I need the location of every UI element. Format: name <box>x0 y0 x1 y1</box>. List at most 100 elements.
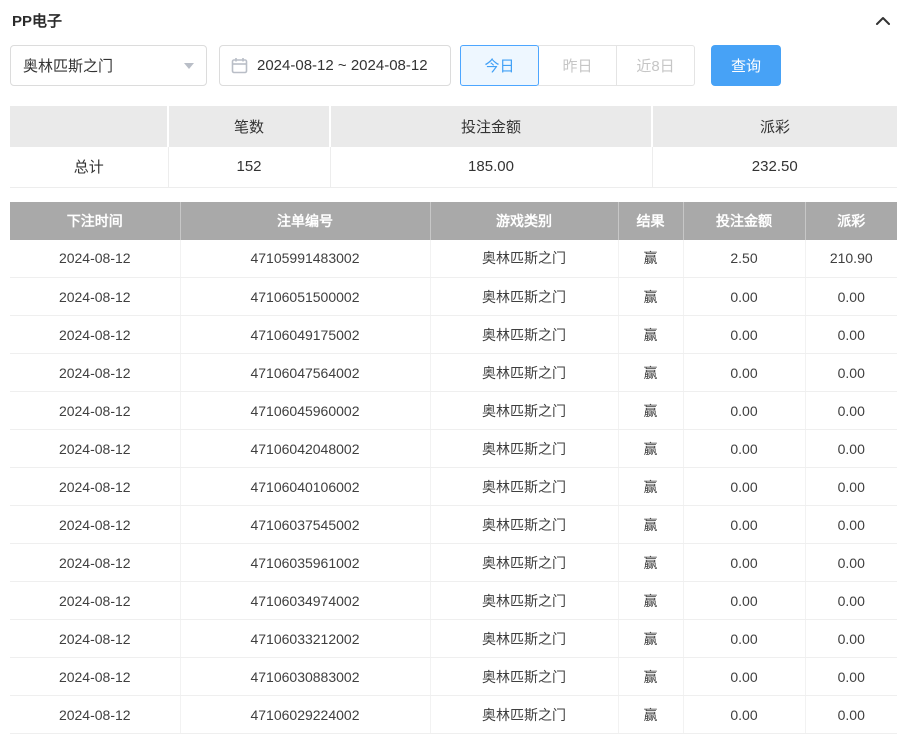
today-button[interactable]: 今日 <box>460 45 539 86</box>
cell-result: 赢 <box>618 544 683 582</box>
date-range-value: 2024-08-12 ~ 2024-08-12 <box>257 57 428 74</box>
cell-result: 赢 <box>618 240 683 278</box>
summary-header-empty <box>10 106 168 147</box>
cell-result: 赢 <box>618 430 683 468</box>
search-button[interactable]: 查询 <box>711 45 781 86</box>
cell-bet-time: 2024-08-12 <box>10 544 180 582</box>
cell-bet-time: 2024-08-12 <box>10 240 180 278</box>
calendar-icon <box>231 57 248 74</box>
cell-result: 赢 <box>618 582 683 620</box>
table-row: 2024-08-12 47106033212002 奥林匹斯之门 赢 0.00 … <box>10 620 897 658</box>
cell-game-type: 奥林匹斯之门 <box>430 240 618 278</box>
table-row: 2024-08-12 47106051500002 奥林匹斯之门 赢 0.00 … <box>10 278 897 316</box>
header-bet-amount: 投注金额 <box>683 202 805 240</box>
cell-bet-amount: 0.00 <box>683 696 805 734</box>
cell-bet-id: 47106037545002 <box>180 506 430 544</box>
header-game-type: 游戏类别 <box>430 202 618 240</box>
cell-game-type: 奥林匹斯之门 <box>430 658 618 696</box>
table-row: 2024-08-12 47106045960002 奥林匹斯之门 赢 0.00 … <box>10 392 897 430</box>
cell-bet-id: 47106051500002 <box>180 278 430 316</box>
table-row: 2024-08-12 47106034974002 奥林匹斯之门 赢 0.00 … <box>10 582 897 620</box>
cell-result: 赢 <box>618 354 683 392</box>
table-row: 2024-08-12 47106049175002 奥林匹斯之门 赢 0.00 … <box>10 316 897 354</box>
cell-bet-amount: 0.00 <box>683 316 805 354</box>
cell-result: 赢 <box>618 696 683 734</box>
table-row: 2024-08-12 47106035961002 奥林匹斯之门 赢 0.00 … <box>10 544 897 582</box>
cell-result: 赢 <box>618 278 683 316</box>
cell-bet-amount: 0.00 <box>683 354 805 392</box>
cell-bet-time: 2024-08-12 <box>10 468 180 506</box>
game-select[interactable]: 奥林匹斯之门 <box>10 45 207 86</box>
cell-bet-id: 47106049175002 <box>180 316 430 354</box>
cell-game-type: 奥林匹斯之门 <box>430 316 618 354</box>
cell-game-type: 奥林匹斯之门 <box>430 392 618 430</box>
cell-bet-amount: 0.00 <box>683 278 805 316</box>
filter-bar: 奥林匹斯之门 2024-08-12 ~ 2024-08-12 今日 昨日 近8日… <box>10 45 897 86</box>
cell-game-type: 奥林匹斯之门 <box>430 354 618 392</box>
last8days-button[interactable]: 近8日 <box>616 45 695 86</box>
cell-payout: 0.00 <box>805 696 897 734</box>
cell-result: 赢 <box>618 620 683 658</box>
cell-bet-time: 2024-08-12 <box>10 696 180 734</box>
collapse-chevron-icon[interactable] <box>871 12 895 30</box>
date-range-picker[interactable]: 2024-08-12 ~ 2024-08-12 <box>219 45 451 86</box>
header-payout: 派彩 <box>805 202 897 240</box>
cell-payout: 0.00 <box>805 544 897 582</box>
table-row: 2024-08-12 47106042048002 奥林匹斯之门 赢 0.00 … <box>10 430 897 468</box>
cell-bet-time: 2024-08-12 <box>10 278 180 316</box>
cell-bet-amount: 0.00 <box>683 620 805 658</box>
table-row: 2024-08-12 47106030883002 奥林匹斯之门 赢 0.00 … <box>10 658 897 696</box>
cell-payout: 0.00 <box>805 392 897 430</box>
cell-bet-id: 47106029224002 <box>180 696 430 734</box>
summary-header-row: 笔数 投注金额 派彩 <box>10 106 897 147</box>
cell-payout: 0.00 <box>805 582 897 620</box>
cell-bet-amount: 0.00 <box>683 544 805 582</box>
table-row: 2024-08-12 47106029224002 奥林匹斯之门 赢 0.00 … <box>10 696 897 734</box>
summary-header-count: 笔数 <box>168 106 330 147</box>
cell-payout: 0.00 <box>805 506 897 544</box>
header-bet-id: 注单编号 <box>180 202 430 240</box>
cell-bet-id: 47106030883002 <box>180 658 430 696</box>
cell-payout: 0.00 <box>805 658 897 696</box>
quick-range-button-group: 今日 昨日 近8日 <box>460 45 695 86</box>
caret-down-icon <box>184 63 194 69</box>
header-bet-time: 下注时间 <box>10 202 180 240</box>
table-row: 2024-08-12 47106040106002 奥林匹斯之门 赢 0.00 … <box>10 468 897 506</box>
cell-bet-id: 47105991483002 <box>180 240 430 278</box>
cell-game-type: 奥林匹斯之门 <box>430 582 618 620</box>
cell-game-type: 奥林匹斯之门 <box>430 506 618 544</box>
summary-header-payout: 派彩 <box>652 106 897 147</box>
summary-total-row: 总计 152 185.00 232.50 <box>10 147 897 187</box>
table-row: 2024-08-12 47106037545002 奥林匹斯之门 赢 0.00 … <box>10 506 897 544</box>
cell-bet-amount: 0.00 <box>683 392 805 430</box>
cell-bet-amount: 0.00 <box>683 582 805 620</box>
cell-bet-amount: 0.00 <box>683 658 805 696</box>
cell-result: 赢 <box>618 468 683 506</box>
cell-payout: 0.00 <box>805 468 897 506</box>
table-row: 2024-08-12 47106047564002 奥林匹斯之门 赢 0.00 … <box>10 354 897 392</box>
cell-game-type: 奥林匹斯之门 <box>430 620 618 658</box>
summary-total-label: 总计 <box>10 147 168 187</box>
cell-payout: 0.00 <box>805 430 897 468</box>
cell-bet-id: 47106034974002 <box>180 582 430 620</box>
cell-game-type: 奥林匹斯之门 <box>430 468 618 506</box>
cell-game-type: 奥林匹斯之门 <box>430 430 618 468</box>
cell-result: 赢 <box>618 392 683 430</box>
table-row: 2024-08-12 47105991483002 奥林匹斯之门 赢 2.50 … <box>10 240 897 278</box>
cell-bet-id: 47106040106002 <box>180 468 430 506</box>
cell-bet-amount: 0.00 <box>683 468 805 506</box>
summary-header-bet-amount: 投注金额 <box>330 106 652 147</box>
panel-title: PP电子 <box>12 10 62 31</box>
cell-result: 赢 <box>618 506 683 544</box>
cell-payout: 0.00 <box>805 620 897 658</box>
bet-table-body: 2024-08-12 47105991483002 奥林匹斯之门 赢 2.50 … <box>10 240 897 734</box>
cell-bet-id: 47106047564002 <box>180 354 430 392</box>
cell-bet-time: 2024-08-12 <box>10 582 180 620</box>
cell-bet-time: 2024-08-12 <box>10 658 180 696</box>
cell-result: 赢 <box>618 658 683 696</box>
summary-total-bet-amount: 185.00 <box>330 147 652 187</box>
cell-bet-id: 47106033212002 <box>180 620 430 658</box>
summary-table: 笔数 投注金额 派彩 总计 152 185.00 232.50 <box>10 106 897 188</box>
yesterday-button[interactable]: 昨日 <box>538 45 617 86</box>
cell-payout: 210.90 <box>805 240 897 278</box>
